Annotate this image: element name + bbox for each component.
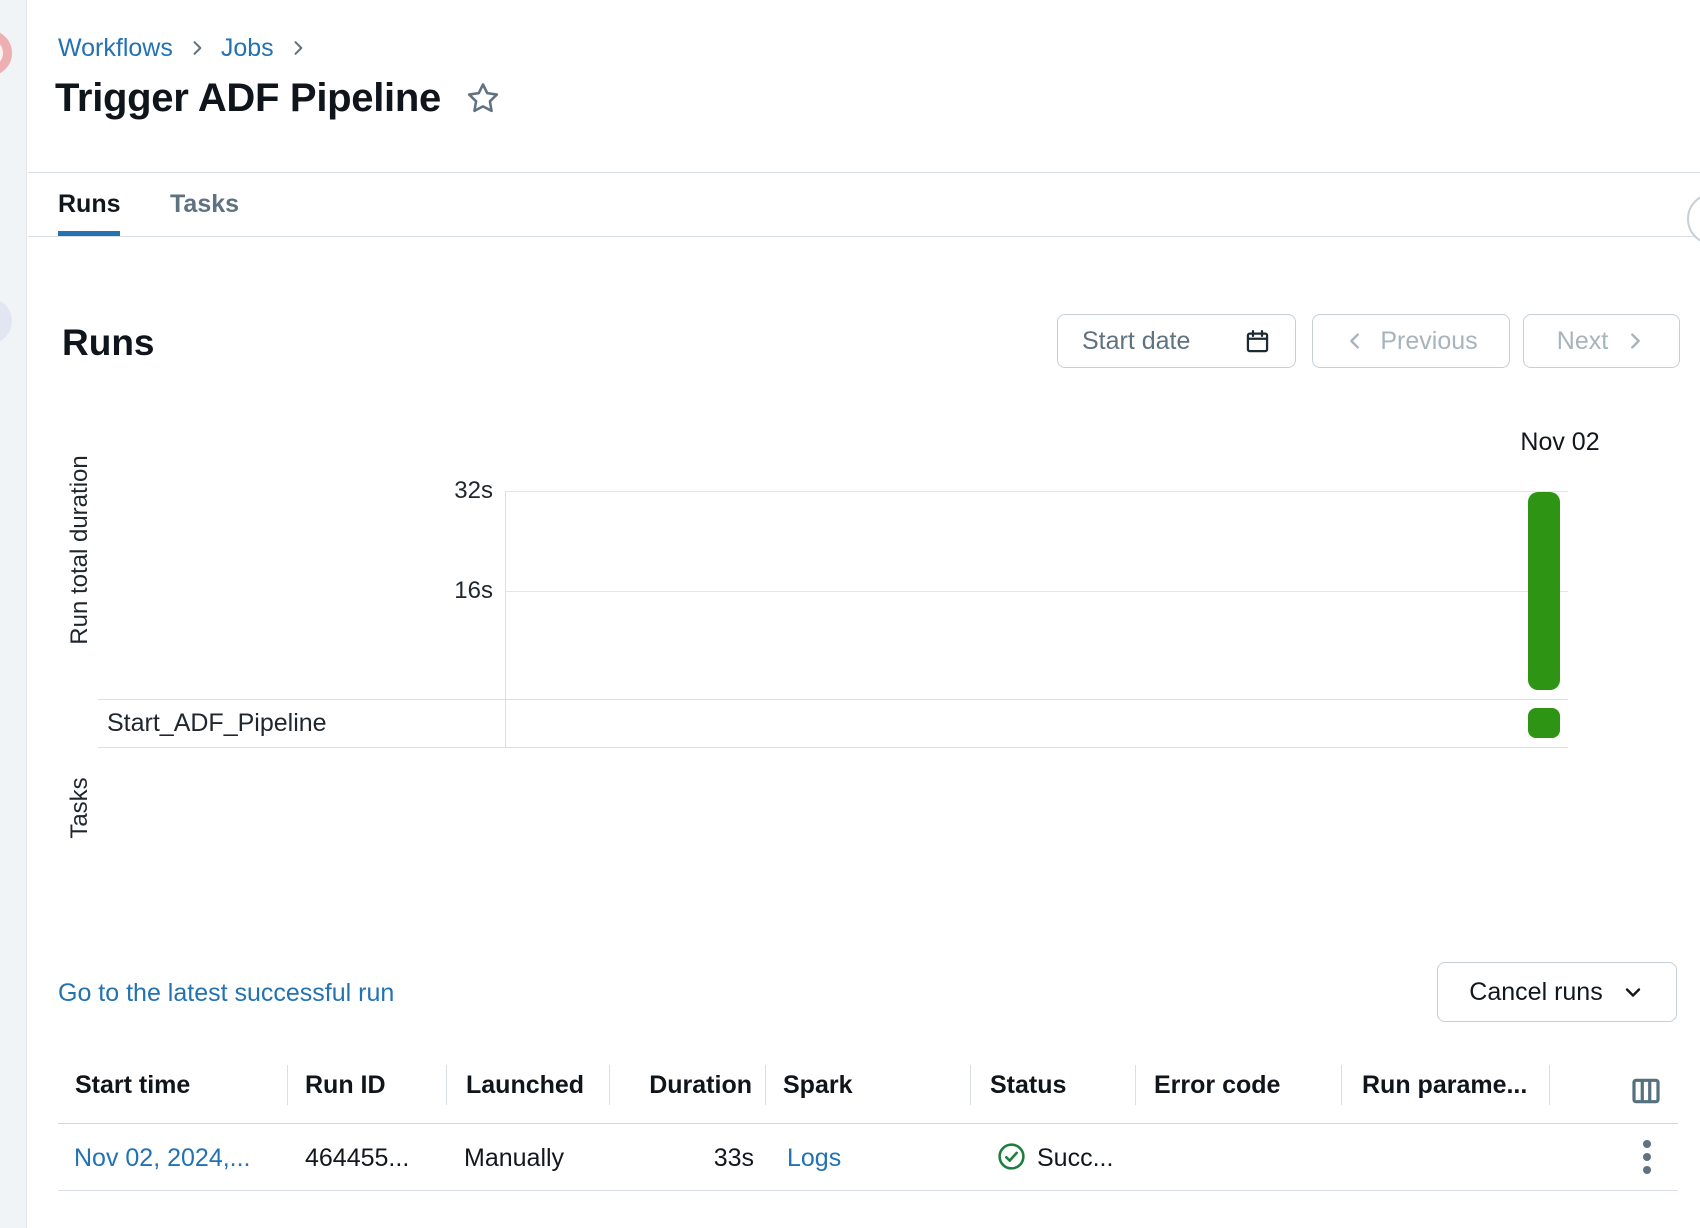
column-header-duration[interactable]: Duration bbox=[620, 1071, 752, 1100]
tabs-top-divider bbox=[28, 172, 1700, 173]
column-header-error-code[interactable]: Error code bbox=[1154, 1071, 1280, 1100]
column-resize-handle[interactable] bbox=[1135, 1065, 1136, 1105]
table-header-border bbox=[58, 1123, 1678, 1124]
column-header-start-time[interactable]: Start time bbox=[75, 1071, 190, 1100]
star-icon[interactable] bbox=[463, 78, 503, 118]
breadcrumb-workflows-link[interactable]: Workflows bbox=[58, 34, 173, 63]
tab-tasks[interactable]: Tasks bbox=[170, 190, 239, 219]
run-duration-cell: 33s bbox=[620, 1144, 754, 1173]
chevron-right-icon bbox=[1624, 330, 1646, 352]
column-header-status[interactable]: Status bbox=[990, 1071, 1066, 1100]
column-resize-handle[interactable] bbox=[765, 1065, 766, 1105]
tabs-bottom-divider bbox=[28, 236, 1700, 237]
next-label: Next bbox=[1557, 327, 1608, 356]
column-resize-handle[interactable] bbox=[287, 1065, 288, 1105]
run-status-cell: Succ... bbox=[1037, 1144, 1113, 1173]
task-row-label[interactable]: Start_ADF_Pipeline bbox=[107, 709, 327, 738]
chevron-left-icon bbox=[1344, 330, 1366, 352]
run-id-cell: 464455... bbox=[305, 1144, 409, 1173]
latest-successful-run-link[interactable]: Go to the latest successful run bbox=[58, 979, 394, 1008]
column-header-run-id[interactable]: Run ID bbox=[305, 1071, 386, 1100]
task-row-top-border bbox=[98, 699, 1568, 700]
chevron-right-icon bbox=[187, 38, 207, 58]
chart-y-axis-label: Run total duration bbox=[66, 455, 94, 644]
chevron-down-icon bbox=[1621, 980, 1645, 1004]
cancel-runs-button[interactable]: Cancel runs bbox=[1437, 962, 1677, 1022]
columns-icon[interactable] bbox=[1626, 1072, 1666, 1110]
previous-label: Previous bbox=[1380, 327, 1477, 356]
breadcrumb-jobs-link[interactable]: Jobs bbox=[221, 34, 274, 63]
chart-tick-16s: 16s bbox=[413, 577, 493, 605]
kebab-menu-icon[interactable] bbox=[1632, 1136, 1662, 1178]
column-resize-handle[interactable] bbox=[1341, 1065, 1342, 1105]
chart-date-label: Nov 02 bbox=[1490, 428, 1630, 457]
left-rail-pink-badge bbox=[0, 30, 12, 76]
column-resize-handle[interactable] bbox=[1549, 1065, 1550, 1105]
left-rail bbox=[0, 0, 27, 1228]
next-button[interactable]: Next bbox=[1523, 314, 1680, 368]
previous-button[interactable]: Previous bbox=[1312, 314, 1510, 368]
breadcrumb: Workflows Jobs bbox=[58, 30, 308, 66]
run-start-time-link[interactable]: Nov 02, 2024,... bbox=[74, 1144, 251, 1173]
column-resize-handle[interactable] bbox=[609, 1065, 610, 1105]
runs-section-heading: Runs bbox=[62, 322, 155, 364]
check-circle-icon bbox=[996, 1141, 1027, 1172]
column-header-launched[interactable]: Launched bbox=[466, 1071, 584, 1100]
calendar-icon bbox=[1244, 328, 1271, 355]
chevron-right-icon bbox=[288, 38, 308, 58]
edge-floating-button[interactable] bbox=[1687, 193, 1700, 245]
chart-tick-32s: 32s bbox=[413, 477, 493, 505]
start-date-button[interactable]: Start date bbox=[1057, 314, 1296, 368]
chart-y-axis-line bbox=[505, 491, 506, 747]
task-row-bottom-border bbox=[98, 747, 1568, 748]
column-header-run-parameters[interactable]: Run parame... bbox=[1362, 1071, 1527, 1100]
page-title: Trigger ADF Pipeline bbox=[55, 76, 441, 121]
column-resize-handle[interactable] bbox=[446, 1065, 447, 1105]
chart-gridline-32s bbox=[505, 491, 1568, 492]
table-row-border bbox=[58, 1190, 1678, 1191]
tab-runs[interactable]: Runs bbox=[58, 190, 121, 219]
run-logs-link[interactable]: Logs bbox=[787, 1144, 841, 1173]
left-rail-lavender-badge bbox=[0, 298, 12, 344]
chart-gridline-16s bbox=[505, 591, 1568, 592]
task-run-cell[interactable] bbox=[1528, 708, 1560, 738]
column-resize-handle[interactable] bbox=[970, 1065, 971, 1105]
run-launched-cell: Manually bbox=[464, 1144, 564, 1173]
run-duration-bar[interactable] bbox=[1528, 492, 1560, 690]
cancel-runs-label: Cancel runs bbox=[1469, 978, 1602, 1007]
start-date-label: Start date bbox=[1082, 327, 1190, 356]
chart-tasks-axis-label: Tasks bbox=[66, 777, 94, 838]
column-header-spark[interactable]: Spark bbox=[783, 1071, 852, 1100]
